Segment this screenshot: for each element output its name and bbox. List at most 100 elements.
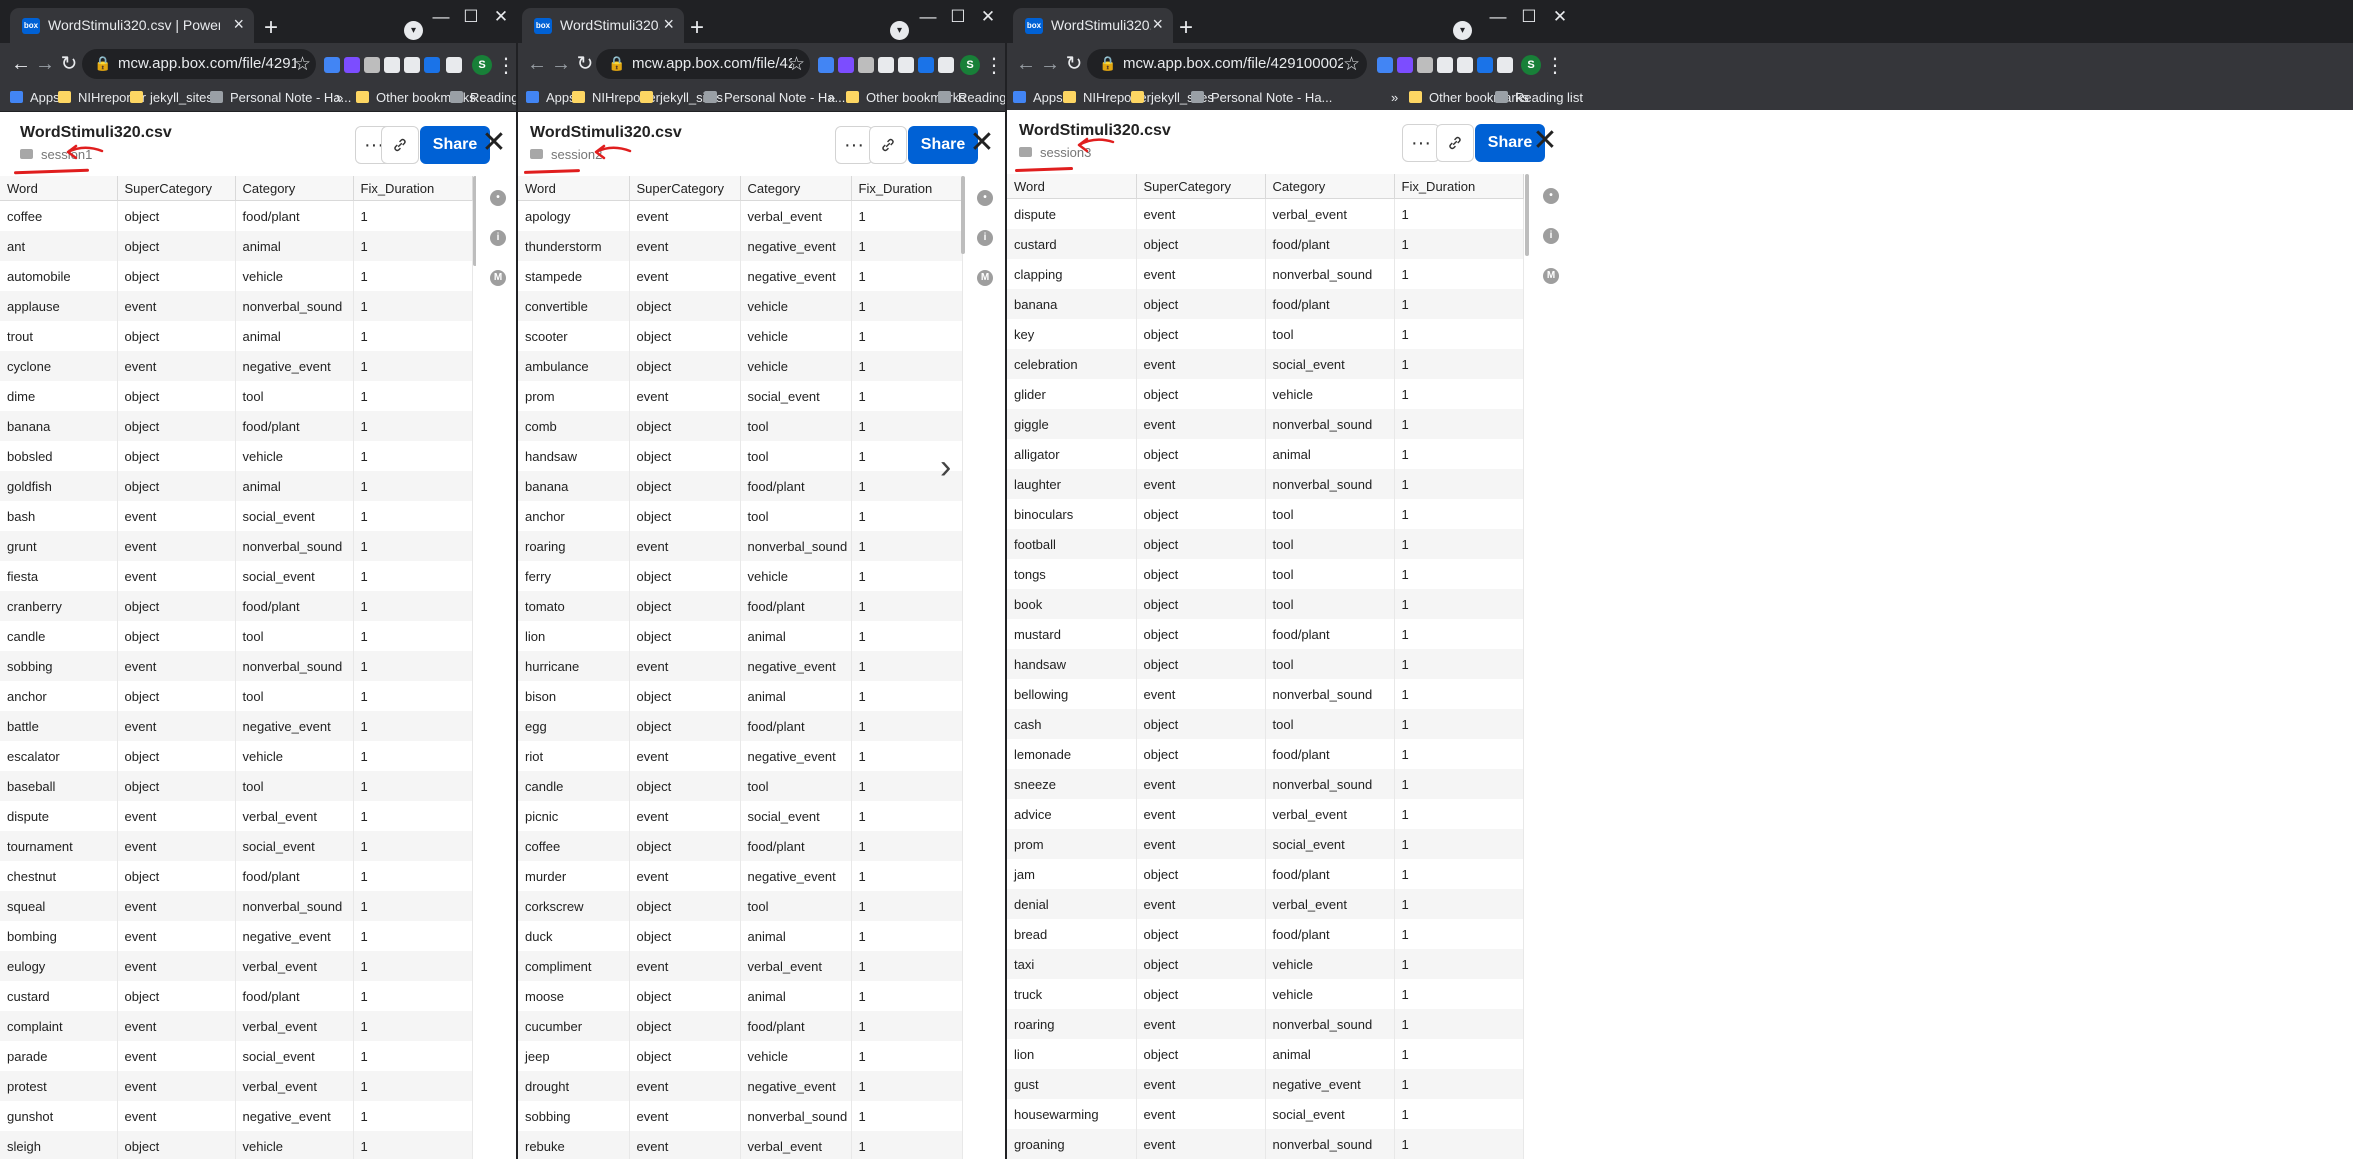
reload-icon[interactable]: ↻ <box>56 51 82 77</box>
cell-fix-duration[interactable]: 1 <box>353 1131 473 1159</box>
cell-supercategory[interactable]: object <box>1136 919 1266 949</box>
table-row[interactable]: battle event negative_event 1 <box>0 711 473 741</box>
table-row[interactable]: sleigh object vehicle 1 <box>0 1131 473 1159</box>
cell-word[interactable]: chestnut <box>0 861 118 891</box>
cell-supercategory[interactable]: object <box>629 891 741 921</box>
cell-supercategory[interactable]: event <box>117 711 236 741</box>
table-row[interactable]: glider object vehicle 1 <box>1007 379 1524 409</box>
table-row[interactable]: coffee object food/plant 1 <box>518 831 963 861</box>
cell-fix-duration[interactable]: 1 <box>353 801 473 831</box>
url-text[interactable]: mcw.app.box.com/file/429100002789 <box>1123 55 1343 72</box>
table-row[interactable]: apology event verbal_event 1 <box>518 200 963 231</box>
cell-supercategory[interactable]: object <box>117 861 236 891</box>
cell-category[interactable]: tool <box>235 681 354 711</box>
cell-fix-duration[interactable]: 1 <box>1394 469 1524 499</box>
metadata-icon[interactable]: M <box>1543 268 1559 284</box>
cell-supercategory[interactable]: object <box>629 321 741 351</box>
cell-word[interactable]: lion <box>518 621 630 651</box>
cell-word[interactable]: bread <box>1007 919 1137 949</box>
cell-fix-duration[interactable]: 1 <box>1394 379 1524 409</box>
table-row[interactable]: rebuke event verbal_event 1 <box>518 1131 963 1159</box>
cell-supercategory[interactable]: object <box>117 261 236 291</box>
new-tab-icon[interactable]: + <box>1173 16 1199 42</box>
forward-icon[interactable]: → <box>548 51 574 77</box>
cell-fix-duration[interactable]: 1 <box>1394 409 1524 439</box>
tab-search-icon[interactable]: ▾ <box>1453 21 1472 40</box>
cell-word[interactable]: dime <box>0 381 118 411</box>
info-icon[interactable]: i <box>490 230 506 246</box>
cell-category[interactable]: food/plant <box>235 411 354 441</box>
cell-fix-duration[interactable]: 1 <box>851 231 963 261</box>
puzzle-icon[interactable] <box>938 57 954 73</box>
cell-fix-duration[interactable]: 1 <box>851 771 963 801</box>
cell-supercategory[interactable]: event <box>629 741 741 771</box>
cell-category[interactable]: animal <box>1265 1039 1395 1069</box>
table-row[interactable]: cyclone event negative_event 1 <box>0 351 473 381</box>
tab-close-icon[interactable]: × <box>663 14 674 35</box>
cell-word[interactable]: gunshot <box>0 1101 118 1131</box>
cell-word[interactable]: custard <box>1007 229 1137 259</box>
cell-word[interactable]: binoculars <box>1007 499 1137 529</box>
extension-icon[interactable] <box>1437 57 1453 73</box>
cell-fix-duration[interactable]: 1 <box>851 351 963 381</box>
cell-fix-duration[interactable]: 1 <box>1394 709 1524 739</box>
cell-word[interactable]: jam <box>1007 859 1137 889</box>
cell-supercategory[interactable]: object <box>1136 319 1266 349</box>
cell-fix-duration[interactable]: 1 <box>353 231 473 261</box>
cell-fix-duration[interactable]: 1 <box>1394 499 1524 529</box>
cell-category[interactable]: nonverbal_sound <box>1265 469 1395 499</box>
cell-supercategory[interactable]: event <box>629 531 741 561</box>
close-window-icon[interactable]: ✕ <box>965 3 1005 31</box>
cell-category[interactable]: tool <box>740 441 852 471</box>
cell-category[interactable]: verbal_event <box>1265 889 1395 919</box>
cell-supercategory[interactable]: event <box>117 531 236 561</box>
table-row[interactable]: compliment event verbal_event 1 <box>518 951 963 981</box>
cell-category[interactable]: nonverbal_sound <box>1265 679 1395 709</box>
bookmark-reading-list[interactable]: Reading list <box>450 90 516 105</box>
cell-supercategory[interactable]: event <box>1136 409 1266 439</box>
cell-fix-duration[interactable]: 1 <box>353 351 473 381</box>
cell-word[interactable]: alligator <box>1007 439 1137 469</box>
cell-supercategory[interactable]: event <box>117 351 236 381</box>
cell-supercategory[interactable]: object <box>117 441 236 471</box>
cell-category[interactable]: negative_event <box>740 231 852 261</box>
cell-category[interactable]: social_event <box>1265 349 1395 379</box>
cell-category[interactable]: food/plant <box>740 1011 852 1041</box>
table-row[interactable]: anchor object tool 1 <box>0 681 473 711</box>
table-row[interactable]: lemonade object food/plant 1 <box>1007 739 1524 769</box>
puzzle-icon[interactable] <box>446 57 462 73</box>
table-row[interactable]: bison object animal 1 <box>518 681 963 711</box>
cell-category[interactable]: nonverbal_sound <box>1265 259 1395 289</box>
cell-word[interactable]: prom <box>1007 829 1137 859</box>
cell-category[interactable]: animal <box>235 321 354 351</box>
cell-category[interactable]: animal <box>740 681 852 711</box>
forward-icon[interactable]: → <box>32 51 58 77</box>
cell-supercategory[interactable]: event <box>629 381 741 411</box>
cell-word[interactable]: hurricane <box>518 651 630 681</box>
url-text[interactable]: mcw.app.box.com/file/429100233271 <box>632 55 792 72</box>
cell-category[interactable]: verbal_event <box>1265 198 1395 229</box>
cell-fix-duration[interactable]: 1 <box>851 1041 963 1071</box>
cell-word[interactable]: clapping <box>1007 259 1137 289</box>
cell-category[interactable]: tool <box>740 411 852 441</box>
cell-supercategory[interactable]: object <box>1136 499 1266 529</box>
cell-word[interactable]: compliment <box>518 951 630 981</box>
table-row[interactable]: lion object animal 1 <box>518 621 963 651</box>
metadata-icon[interactable]: M <box>977 270 993 286</box>
cell-category[interactable]: food/plant <box>1265 919 1395 949</box>
extension-icon[interactable] <box>898 57 914 73</box>
extension-icon[interactable] <box>838 57 854 73</box>
table-row[interactable]: cucumber object food/plant 1 <box>518 1011 963 1041</box>
cell-supercategory[interactable]: object <box>629 981 741 1011</box>
cell-word[interactable]: bombing <box>0 921 118 951</box>
cell-supercategory[interactable]: object <box>1136 859 1266 889</box>
column-header[interactable]: Fix_Duration <box>1394 174 1524 199</box>
cell-fix-duration[interactable]: 1 <box>851 591 963 621</box>
cell-supercategory[interactable]: event <box>629 261 741 291</box>
cell-word[interactable]: lion <box>1007 1039 1137 1069</box>
cell-category[interactable]: negative_event <box>235 921 354 951</box>
bookmark-jekyll-sites[interactable]: jekyll_sites <box>130 90 213 105</box>
cell-category[interactable]: vehicle <box>740 321 852 351</box>
table-row[interactable]: stampede event negative_event 1 <box>518 261 963 291</box>
cell-supercategory[interactable]: event <box>1136 198 1266 229</box>
